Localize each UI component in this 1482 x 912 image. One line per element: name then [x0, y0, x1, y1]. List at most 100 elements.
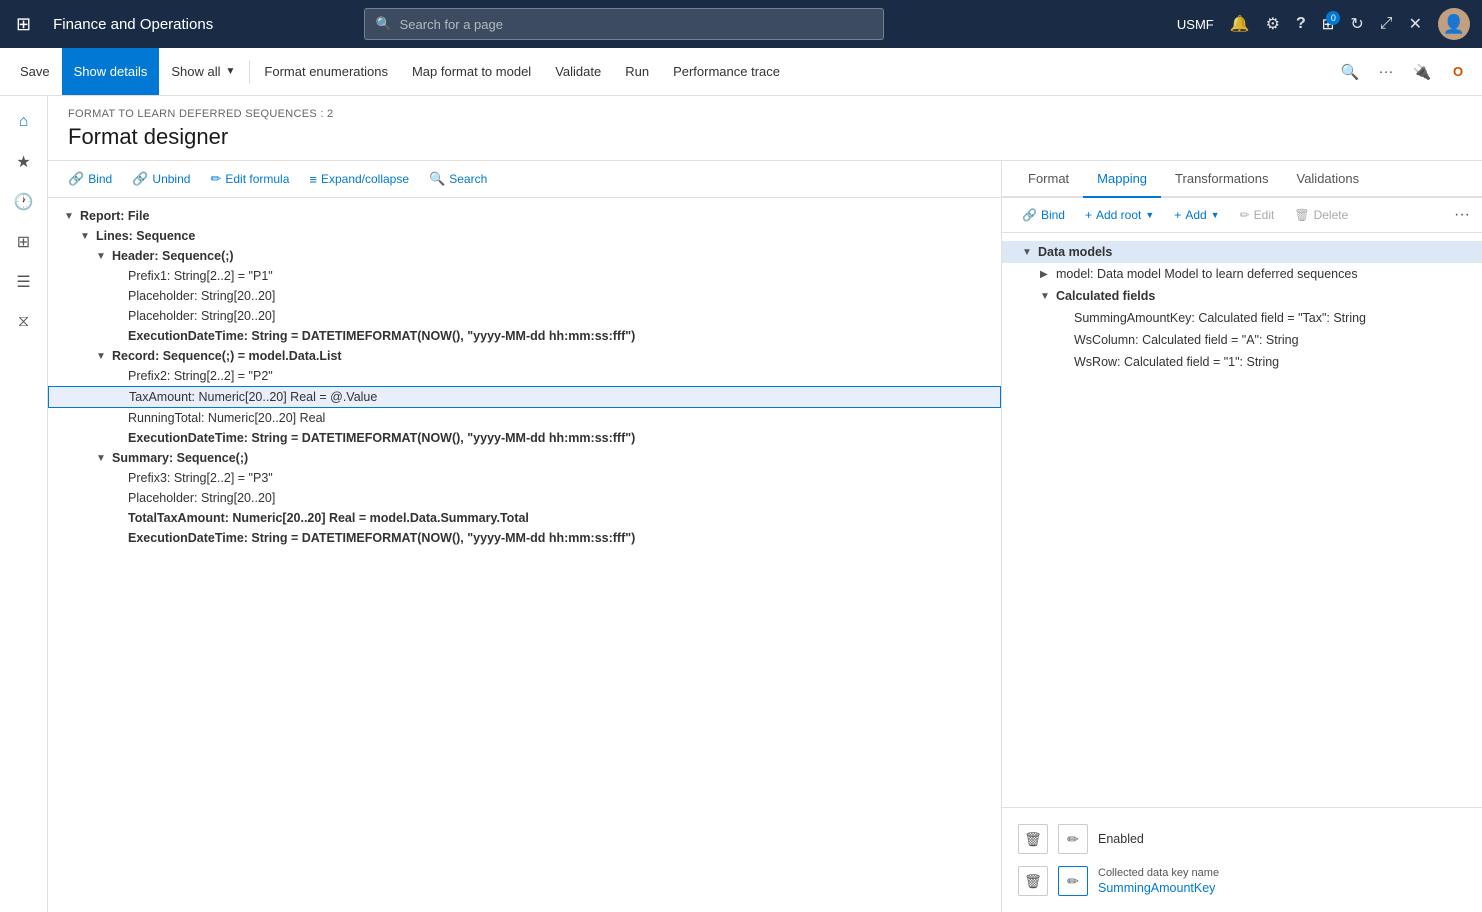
rp-edit-button[interactable]: ✏ Edit [1232, 204, 1283, 226]
tree-node[interactable]: Placeholder: String[20..20] [48, 488, 1001, 508]
tree-node[interactable]: ▼Header: Sequence(;) [48, 246, 1001, 266]
search-button[interactable]: 🔍 Search [421, 167, 495, 191]
search-toolbar-icon[interactable]: 🔍 [1334, 56, 1366, 88]
enabled-row: 🗑 ✏ Enabled [1018, 818, 1466, 860]
model-node[interactable]: ▶model: Data model Model to learn deferr… [1002, 263, 1482, 285]
sidebar-icon-favorites[interactable]: ★ [6, 144, 42, 180]
show-all-button[interactable]: Show all ▼ [159, 48, 247, 95]
rp-add-button[interactable]: + Add ▼ [1166, 204, 1227, 226]
app-grid-icon[interactable]: ⊞ [12, 10, 35, 39]
model-label: WsRow: Calculated field = "1": String [1074, 355, 1279, 369]
rp-edit-icon: ✏ [1240, 208, 1250, 222]
model-node[interactable]: WsColumn: Calculated field = "A": String [1002, 329, 1482, 351]
node-label: ExecutionDateTime: String = DATETIMEFORM… [128, 431, 635, 445]
tree-node[interactable]: Prefix2: String[2..2] = "P2" [48, 366, 1001, 386]
rp-add-icon: + [1085, 208, 1092, 222]
model-node[interactable]: ▼Data models [1002, 241, 1482, 263]
tree-node[interactable]: Placeholder: String[20..20] [48, 306, 1001, 326]
save-button[interactable]: Save [8, 48, 62, 95]
model-label: SummingAmountKey: Calculated field = "Ta… [1074, 311, 1366, 325]
tree-node[interactable]: ExecutionDateTime: String = DATETIMEFORM… [48, 326, 1001, 346]
sidebar-icon-recent[interactable]: 🕐 [6, 184, 42, 220]
more-options-icon[interactable]: ··· [1370, 56, 1402, 88]
rp-add-root-chevron: ▼ [1145, 210, 1154, 220]
global-search-box[interactable]: 🔍 [364, 8, 884, 40]
rp-add2-icon: + [1174, 208, 1181, 222]
run-button[interactable]: Run [613, 48, 661, 95]
tree-node[interactable]: Prefix3: String[2..2] = "P3" [48, 468, 1001, 488]
bell-icon[interactable]: 🔔 [1230, 14, 1250, 34]
page-header: FORMAT TO LEARN DEFERRED SEQUENCES : 2 F… [48, 96, 1482, 161]
bind-button[interactable]: 🔗 Bind [60, 167, 120, 191]
plugin-icon[interactable]: 🔌 [1406, 56, 1438, 88]
sidebar-icon-home[interactable]: ⌂ [6, 104, 42, 140]
format-enumerations-button[interactable]: Format enumerations [252, 48, 400, 95]
avatar[interactable]: 👤 [1438, 8, 1470, 40]
node-label: Placeholder: String[20..20] [128, 309, 275, 323]
expand-icon[interactable]: ⤢ [1380, 15, 1393, 33]
node-arrow: ▼ [96, 453, 110, 464]
node-label: Header: Sequence(;) [112, 249, 234, 263]
performance-trace-button[interactable]: Performance trace [661, 48, 792, 95]
node-arrow: ▼ [96, 351, 110, 362]
node-label: ExecutionDateTime: String = DATETIMEFORM… [128, 329, 635, 343]
rp-add-root-button[interactable]: + Add root ▼ [1077, 204, 1162, 226]
tree-node[interactable]: Prefix1: String[2..2] = "P1" [48, 266, 1001, 286]
map-format-to-model-button[interactable]: Map format to model [400, 48, 543, 95]
refresh-icon[interactable]: ↻ [1350, 14, 1363, 34]
show-details-button[interactable]: Show details [62, 48, 160, 95]
tree-node[interactable]: ExecutionDateTime: String = DATETIMEFORM… [48, 428, 1001, 448]
editor-area: 🔗 Bind 🔗 Unbind ✏ Edit formula ≡ Expand/… [48, 161, 1482, 912]
tab-mapping[interactable]: Mapping [1083, 161, 1161, 198]
tab-transformations[interactable]: Transformations [1161, 161, 1282, 198]
model-node[interactable]: SummingAmountKey: Calculated field = "Ta… [1002, 307, 1482, 329]
key-edit-btn[interactable]: ✏ [1058, 866, 1088, 896]
node-label: Prefix2: String[2..2] = "P2" [128, 369, 273, 383]
unbind-button[interactable]: 🔗 Unbind [124, 167, 198, 191]
tab-format[interactable]: Format [1014, 161, 1083, 198]
tree-node[interactable]: ▼Lines: Sequence [48, 226, 1001, 246]
sidebar-icon-workspaces[interactable]: ⊞ [6, 224, 42, 260]
help-icon[interactable]: ? [1296, 15, 1306, 33]
enabled-delete-btn[interactable]: 🗑 [1018, 824, 1048, 854]
magnifier-icon: 🔍 [429, 171, 445, 187]
rp-bind-button[interactable]: 🔗 Bind [1014, 204, 1073, 226]
expand-collapse-button[interactable]: ≡ Expand/collapse [301, 168, 417, 191]
content-area: FORMAT TO LEARN DEFERRED SEQUENCES : 2 F… [48, 96, 1482, 912]
tree-node[interactable]: RunningTotal: Numeric[20..20] Real [48, 408, 1001, 428]
enabled-edit-btn[interactable]: ✏ [1058, 824, 1088, 854]
badge-button[interactable]: ⊞ 0 [1322, 15, 1335, 33]
node-label: RunningTotal: Numeric[20..20] Real [128, 411, 325, 425]
tab-validations[interactable]: Validations [1282, 161, 1373, 198]
tree-node[interactable]: Placeholder: String[20..20] [48, 286, 1001, 306]
top-nav-right: USMF 🔔 ⚙ ? ⊞ 0 ↻ ⤢ ✕ 👤 [1177, 8, 1470, 40]
node-arrow: ▼ [64, 211, 78, 222]
tree-node[interactable]: TotalTaxAmount: Numeric[20..20] Real = m… [48, 508, 1001, 528]
tree-node[interactable]: ▼Record: Sequence(;) = model.Data.List [48, 346, 1001, 366]
close-icon[interactable]: ✕ [1409, 14, 1422, 34]
tree-node[interactable]: ExecutionDateTime: String = DATETIMEFORM… [48, 528, 1001, 548]
tree-node[interactable]: ▼Report: File [48, 206, 1001, 226]
right-panel: FormatMappingTransformationsValidations … [1002, 161, 1482, 912]
office-icon[interactable]: O [1442, 56, 1474, 88]
left-panel: 🔗 Bind 🔗 Unbind ✏ Edit formula ≡ Expand/… [48, 161, 1002, 912]
model-arrow: ▼ [1040, 291, 1054, 302]
sidebar-icon-modules[interactable]: ☰ [6, 264, 42, 300]
gear-icon[interactable]: ⚙ [1266, 14, 1280, 34]
rp-more-icon[interactable]: ··· [1454, 206, 1470, 224]
global-search-input[interactable] [400, 17, 874, 32]
node-arrow: ▼ [96, 251, 110, 262]
validate-button[interactable]: Validate [543, 48, 613, 95]
key-delete-btn[interactable]: 🗑 [1018, 866, 1048, 896]
node-label: Lines: Sequence [96, 229, 195, 243]
rp-delete-button[interactable]: 🗑 Delete [1286, 204, 1356, 226]
tree-node[interactable]: TaxAmount: Numeric[20..20] Real = @.Valu… [48, 386, 1001, 408]
model-node[interactable]: ▼Calculated fields [1002, 285, 1482, 307]
sidebar-filter-icon[interactable]: ⧖ [6, 304, 42, 340]
model-node[interactable]: WsRow: Calculated field = "1": String [1002, 351, 1482, 373]
node-label: Prefix1: String[2..2] = "P1" [128, 269, 273, 283]
tree-node[interactable]: ▼Summary: Sequence(;) [48, 448, 1001, 468]
edit-formula-button[interactable]: ✏ Edit formula [202, 167, 297, 191]
node-label: Summary: Sequence(;) [112, 451, 248, 465]
model-arrow: ▼ [1022, 247, 1036, 258]
